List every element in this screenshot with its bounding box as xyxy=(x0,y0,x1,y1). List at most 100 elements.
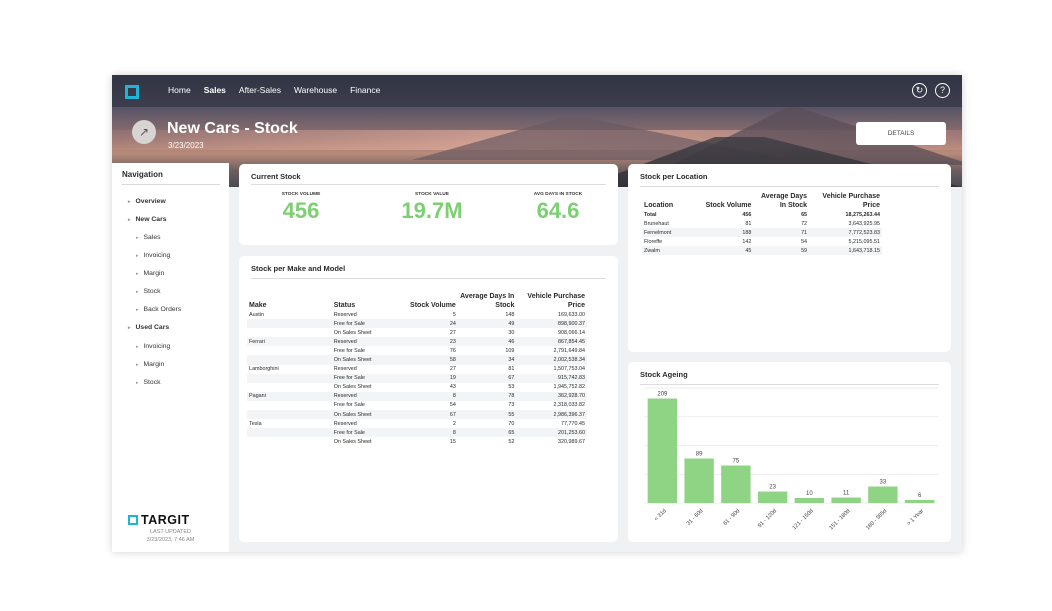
kpi-label: STOCK VALUE xyxy=(372,192,492,197)
table-row[interactable]: LamborghiniReserved27811,507,753.04 xyxy=(247,365,587,374)
nav-item[interactable]: ▸Invoicing xyxy=(136,343,170,350)
table-cell: 23 xyxy=(402,337,457,346)
table-row[interactable]: Free for Sale2449898,900.37 xyxy=(247,319,587,328)
menu-item-warehouse[interactable]: Warehouse xyxy=(294,85,337,95)
nav-item[interactable]: ▸Margin xyxy=(136,270,164,277)
table-row[interactable]: AustinReserved5148169,633.00 xyxy=(247,310,587,319)
brand-name: TARGIT xyxy=(141,513,190,527)
nav-item[interactable]: ▸New Cars xyxy=(128,216,167,223)
table-cell: 8 xyxy=(402,428,457,437)
table-cell xyxy=(247,401,332,410)
nav-item-label: Overview xyxy=(136,198,166,205)
bullet-icon: ▸ xyxy=(136,362,139,368)
table-cell: 19 xyxy=(402,374,457,383)
table-row[interactable]: Fernelmont188717,772,523.83 xyxy=(642,228,882,237)
table-cell: 53 xyxy=(458,383,517,392)
total-row: Total 456 65 18,275,263.44 xyxy=(642,210,882,219)
help-icon[interactable]: ? xyxy=(935,83,950,98)
menu-item-finance[interactable]: Finance xyxy=(350,85,380,95)
bar[interactable] xyxy=(868,487,897,504)
page-title: New Cars - Stock xyxy=(167,120,298,138)
column-header[interactable]: Average Days In Stock xyxy=(753,192,809,210)
menu-item-after-sales[interactable]: After-Sales xyxy=(239,85,281,95)
bar[interactable] xyxy=(721,466,750,504)
bar[interactable] xyxy=(831,498,860,504)
nav-item-label: Sales xyxy=(144,234,161,241)
table-row[interactable]: On Sales Sheet2730908,066.14 xyxy=(247,328,587,337)
refresh-icon[interactable]: ↻ xyxy=(912,83,927,98)
data-label: 89 xyxy=(696,452,703,458)
bullet-icon: ▸ xyxy=(136,271,139,277)
table-cell: Reserved xyxy=(332,419,403,428)
nav-item[interactable]: ▸Invoicing xyxy=(136,252,170,259)
column-header[interactable]: Status xyxy=(332,292,403,310)
page-date: 3/23/2023 xyxy=(168,141,204,150)
nav-item[interactable]: ▸Stock xyxy=(136,288,161,295)
table-row[interactable]: Free for Sale1967915,742.83 xyxy=(247,374,587,383)
table-row[interactable]: On Sales Sheet1552320,989.67 xyxy=(247,437,587,446)
table-cell: 67 xyxy=(402,410,457,419)
table-row[interactable]: FerrariReserved2346867,854.45 xyxy=(247,337,587,346)
table-cell: 15 xyxy=(402,437,457,446)
table-cell: 3,643,925.95 xyxy=(809,219,882,228)
column-header[interactable]: Vehicle Purchase Price xyxy=(809,192,882,210)
table-cell: Total xyxy=(642,210,698,219)
table-cell: 81 xyxy=(458,365,517,374)
nav-item[interactable]: ▸Back Orders xyxy=(136,306,181,313)
column-header[interactable]: Stock Volume xyxy=(698,192,754,210)
menu-item-sales[interactable]: Sales xyxy=(204,85,226,95)
table-cell: Austin xyxy=(247,310,332,319)
bar[interactable] xyxy=(758,492,787,504)
nav-item[interactable]: ▸Margin xyxy=(136,361,164,368)
top-bar: Home Sales After-Sales Warehouse Finance… xyxy=(112,75,962,107)
nav-item[interactable]: ▸Used Cars xyxy=(128,324,169,331)
column-header[interactable]: Stock Volume xyxy=(402,292,457,310)
nav-item[interactable]: ▸Sales xyxy=(136,234,161,241)
table-cell: Free for Sale xyxy=(332,319,403,328)
bar[interactable] xyxy=(684,459,713,504)
app-window: Home Sales After-Sales Warehouse Finance… xyxy=(112,75,962,552)
app-logo-icon[interactable] xyxy=(125,85,139,99)
details-button[interactable]: DETAILS xyxy=(856,122,946,145)
bar[interactable] xyxy=(648,399,677,504)
table-row[interactable]: Free for Sale761092,791,649.84 xyxy=(247,346,587,355)
column-header[interactable]: Average Days In Stock xyxy=(458,292,517,310)
column-header[interactable]: Vehicle Purchase Price xyxy=(516,292,587,310)
table-cell: 320,989.67 xyxy=(516,437,587,446)
table-row[interactable]: Free for Sale865201,253.60 xyxy=(247,428,587,437)
nav-item[interactable]: ▸Stock xyxy=(136,379,161,386)
bar[interactable] xyxy=(795,498,824,503)
table-cell xyxy=(247,374,332,383)
table-cell: 148 xyxy=(458,310,517,319)
table-cell: 30 xyxy=(458,328,517,337)
table-cell: 55 xyxy=(458,410,517,419)
nav-item[interactable]: ▸Overview xyxy=(128,198,166,205)
table-row[interactable]: On Sales Sheet58342,002,538.34 xyxy=(247,355,587,364)
table-row[interactable]: PaganiReserved878362,928.70 xyxy=(247,392,587,401)
bullet-icon: ▸ xyxy=(136,289,139,295)
table-cell: 24 xyxy=(402,319,457,328)
table-row[interactable]: Zwalm45591,643,718.15 xyxy=(642,246,882,255)
table-cell: 2 xyxy=(402,419,457,428)
table-row[interactable]: Free for Sale54732,318,033.82 xyxy=(247,401,587,410)
table-row[interactable]: Brunehaut81723,643,925.95 xyxy=(642,219,882,228)
column-header[interactable]: Make xyxy=(247,292,332,310)
table-row[interactable]: TeslaReserved27077,770.45 xyxy=(247,419,587,428)
data-label: 75 xyxy=(733,459,740,465)
table-cell: Ferrari xyxy=(247,337,332,346)
table-cell: 908,066.14 xyxy=(516,328,587,337)
column-header[interactable]: Location xyxy=(642,192,698,210)
menu-item-home[interactable]: Home xyxy=(168,85,191,95)
table-cell xyxy=(247,437,332,446)
table-row[interactable]: On Sales Sheet43531,945,752.82 xyxy=(247,383,587,392)
bullet-icon: ▸ xyxy=(136,380,139,386)
last-updated: LAST UPDATED 3/23/2023, 7:46 AM xyxy=(112,528,229,544)
table-cell: On Sales Sheet xyxy=(332,328,403,337)
table-cell: 867,854.45 xyxy=(516,337,587,346)
table-row[interactable]: Floreffe142545,215,095.51 xyxy=(642,237,882,246)
table-cell: 70 xyxy=(458,419,517,428)
data-label: 23 xyxy=(769,485,776,491)
table-row[interactable]: On Sales Sheet67552,986,396.37 xyxy=(247,410,587,419)
bar[interactable] xyxy=(905,500,934,503)
main-menu: Home Sales After-Sales Warehouse Finance xyxy=(168,85,380,95)
